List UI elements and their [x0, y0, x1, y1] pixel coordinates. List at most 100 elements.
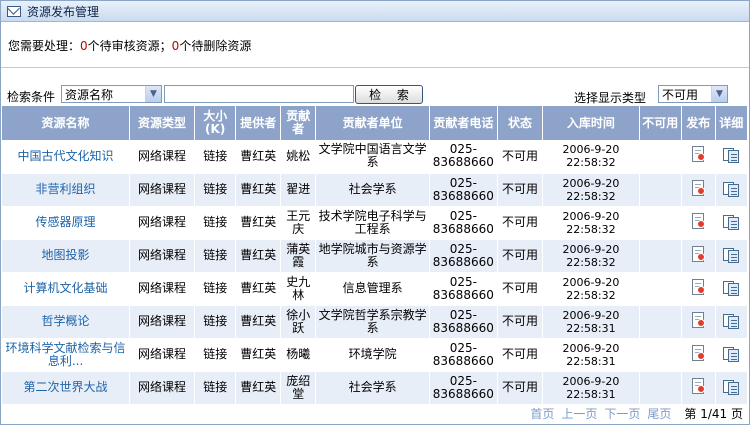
status-cell: 不可用 [497, 272, 544, 306]
pending-prefix: 您需要处理： [8, 39, 81, 53]
resource-name-link[interactable]: 地图投影 [2, 239, 131, 273]
status-cell: 不可用 [497, 239, 544, 273]
search-button[interactable]: 检 索 [355, 85, 423, 104]
contributor-phone-cell: 025-83688660 [429, 239, 498, 273]
last-page-link[interactable]: 尾页 [647, 405, 671, 422]
detail-icon[interactable] [722, 378, 740, 395]
column-header[interactable]: 发布 [681, 106, 716, 140]
column-header[interactable]: 资源类型 [129, 106, 195, 140]
search-bar: 检索条件 资源名称 ▼ 检 索 选择显示类型 不可用 ▼ [7, 85, 745, 105]
first-page-link[interactable]: 首页 [530, 405, 554, 422]
import-date: 2006-9-20 [562, 209, 620, 223]
column-header[interactable]: 贡献者电话 [429, 106, 498, 140]
prev-page-link[interactable]: 上一页 [561, 405, 597, 422]
publish-icon[interactable] [691, 146, 706, 163]
publish-cell [681, 272, 716, 306]
contributor-phone-cell: 025-83688660 [429, 338, 498, 372]
status-cell: 不可用 [497, 338, 544, 372]
detail-page-front [727, 216, 739, 230]
chevron-down-icon[interactable]: ▼ [711, 86, 727, 102]
resource-name-link[interactable]: 计算机文化基础 [2, 272, 131, 306]
pending-review-text: 个待审核资源； [87, 39, 172, 53]
display-type-select[interactable]: 不可用 ▼ [658, 85, 728, 103]
contributor-phone-cell: 025-83688660 [429, 140, 498, 174]
search-field-select[interactable]: 资源名称 ▼ [61, 85, 162, 103]
detail-icon[interactable] [722, 312, 740, 329]
detail-icon[interactable] [722, 279, 740, 296]
resource-name-link[interactable]: 传感器原理 [2, 206, 131, 240]
column-header[interactable]: 状态 [497, 106, 544, 140]
column-header[interactable]: 贡献者单位 [315, 106, 430, 140]
resource-name-link[interactable]: 第二次世界大战 [2, 371, 131, 405]
import-date: 2006-9-20 [562, 143, 620, 157]
detail-cell [715, 338, 748, 372]
contributor-cell: 蒲英霞 [280, 239, 317, 273]
status-cell: 不可用 [497, 206, 544, 240]
detail-icon[interactable] [722, 213, 740, 230]
detail-cell [715, 272, 748, 306]
contributor-phone-cell: 025-83688660 [429, 305, 498, 339]
detail-page-front [727, 150, 739, 164]
contributor-cell: 王元庆 [280, 206, 317, 240]
publish-icon[interactable] [691, 278, 706, 296]
publish-icon[interactable] [691, 311, 706, 329]
contributor-unit-cell: 环境学院 [315, 338, 430, 372]
provider-cell: 曹红英 [235, 305, 282, 339]
detail-icon[interactable] [722, 345, 740, 362]
publish-icon[interactable] [691, 344, 706, 362]
resource-size-cell: 链接 [194, 305, 237, 339]
publish-cell [681, 305, 716, 339]
detail-page-front [727, 381, 739, 395]
contributor-unit-cell: 社会学系 [315, 173, 430, 207]
detail-icon[interactable] [722, 180, 740, 197]
column-header[interactable]: 提供者 [235, 106, 282, 140]
resource-name-link[interactable]: 哲学概论 [2, 305, 131, 339]
column-header[interactable]: 不可用 [639, 106, 683, 140]
publish-mark-shape [696, 252, 705, 261]
provider-cell: 曹红英 [235, 272, 282, 306]
column-header[interactable]: 入库时间 [542, 106, 640, 140]
detail-page-front [727, 183, 739, 197]
disabled-cell [639, 206, 683, 240]
publish-icon[interactable] [691, 245, 706, 263]
import-date: 2006-9-20 [562, 275, 620, 289]
resource-type-cell: 网络课程 [129, 272, 195, 306]
search-condition-label: 检索条件 [7, 90, 56, 104]
publish-cell [681, 338, 716, 372]
column-header[interactable]: 详细 [715, 106, 748, 140]
chevron-down-icon[interactable]: ▼ [145, 86, 161, 102]
provider-cell: 曹红英 [235, 206, 282, 240]
contributor-unit-cell: 地学院城市与资源学系 [315, 239, 430, 273]
resource-name-link[interactable]: 中国古代文化知识 [2, 140, 131, 174]
detail-icon[interactable] [722, 146, 740, 164]
disabled-cell [639, 140, 683, 174]
contributor-unit-cell: 技术学院电子科学与工程系 [315, 206, 430, 240]
publish-icon[interactable] [691, 179, 706, 197]
mail-icon [7, 5, 21, 17]
resource-name-link[interactable]: 非营利组织 [2, 173, 131, 207]
next-page-link[interactable]: 下一页 [604, 405, 640, 422]
import-time-cell: 2006-9-20 22:58:32 [542, 140, 640, 174]
search-input[interactable] [164, 85, 354, 103]
provider-cell: 曹红英 [235, 338, 282, 372]
contributor-cell: 徐小跃 [280, 305, 317, 339]
table-row: 哲学概论 网络课程 链接 曹红英 徐小跃 文学院哲学系宗教学系 025-83688660 不可… [2, 305, 748, 339]
disabled-cell [639, 338, 683, 372]
table-row: 地图投影 网络课程 链接 曹红英 蒲英霞 地学院城市与资源学系 025-83688660 不可… [2, 239, 748, 273]
publish-icon[interactable] [691, 377, 706, 395]
contributor-phone-cell: 025-83688660 [429, 371, 498, 405]
column-header[interactable]: 大小(K) [194, 106, 237, 140]
contributor-phone-cell: 025-83688660 [429, 272, 498, 306]
column-header[interactable]: 资源名称 [2, 106, 131, 140]
resource-type-cell: 网络课程 [129, 173, 195, 207]
pending-review-count: 0 [80, 39, 88, 53]
column-header[interactable]: 贡献者 [280, 106, 317, 140]
detail-icon[interactable] [722, 246, 740, 263]
resource-name-link[interactable]: 环境科学文献检索与信息利... [2, 338, 131, 372]
contributor-cell: 姚松 [280, 140, 317, 174]
publish-mark-shape [696, 186, 705, 195]
publish-icon[interactable] [691, 212, 706, 230]
resource-size-cell: 链接 [194, 173, 237, 207]
resource-size-cell: 链接 [194, 206, 237, 240]
resource-publish-panel: 资源发布管理 您需要处理：0个待审核资源；0个待删除资源 检索条件 资源名称 ▼… [0, 0, 750, 425]
